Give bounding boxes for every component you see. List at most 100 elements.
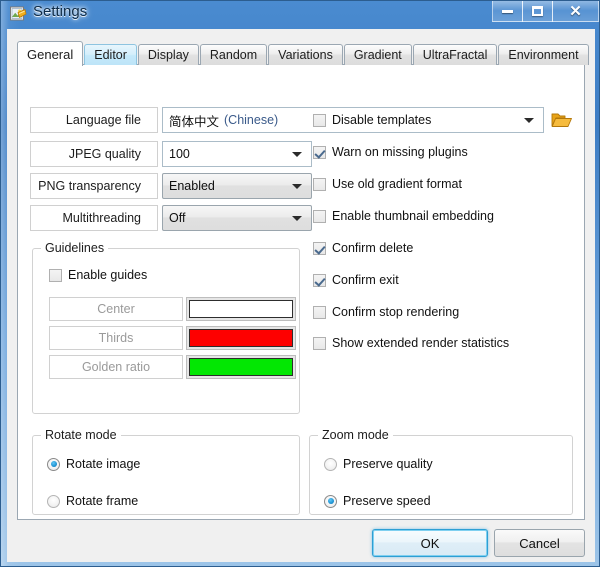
checkbox-icon [313,209,326,223]
guideline-golden-ratio-label: Golden ratio [49,355,183,379]
option-confirm-exit[interactable]: Confirm exit [313,273,399,287]
tab-gradient[interactable]: Gradient [343,44,412,65]
tab-display[interactable]: Display [137,44,199,65]
multithreading-combo[interactable]: Off [162,205,312,231]
open-folder-icon [551,113,572,127]
option-confirm-delete[interactable]: Confirm delete [313,241,413,255]
tab-random[interactable]: Random [199,44,268,65]
color-fill [189,358,293,376]
option-disable-templates[interactable]: Disable templates [313,113,431,127]
option-show-extended-render-statistics[interactable]: Show extended render statistics [313,336,509,350]
guideline-golden-ratio-color-swatch[interactable] [186,355,296,379]
tab-ultrafractal[interactable]: UltraFractal [412,44,498,65]
minimize-button[interactable] [492,1,523,22]
option-label: Show extended render statistics [332,336,510,350]
language-file-value-suffix: (Chinese) [224,113,279,127]
tab-variations[interactable]: Variations [268,44,343,65]
option-label: Disable templates [332,113,432,127]
png-transparency-label: PNG transparency [30,173,158,199]
window-title: Settings [33,3,88,20]
option-label: Confirm stop rendering [332,305,460,319]
color-fill [189,329,293,347]
zoom-mode-group: Zoom mode Preserve quality Preserve spee… [309,428,573,515]
option-confirm-stop-rendering[interactable]: Confirm stop rendering [313,305,459,319]
radio-selected-icon [324,494,337,508]
chevron-down-icon [292,152,302,157]
checkbox-icon [313,177,326,191]
option-label: Use old gradient format [332,177,462,191]
zoom-mode-group-title: Zoom mode [318,428,393,442]
jpeg-quality-value: 100 [169,147,190,161]
rotate-mode-group: Rotate mode Rotate image Rotate frame [32,428,300,515]
color-fill [189,300,293,318]
checkbox-icon [313,305,326,319]
maximize-icon [532,6,543,16]
radio-label: Preserve speed [343,494,431,508]
jpeg-quality-label: JPEG quality [30,141,158,167]
ok-button[interactable]: OK [372,529,488,557]
option-label: Confirm exit [332,273,399,287]
png-transparency-combo[interactable]: Enabled [162,173,312,199]
radio-preserve-quality[interactable]: Preserve quality [324,457,433,471]
cancel-button[interactable]: Cancel [494,529,585,557]
cancel-button-label: Cancel [519,535,560,551]
tab-label: Random [209,48,258,62]
tab-label: General [27,46,74,62]
close-button[interactable]: ✕ [552,1,599,22]
tab-label: Environment [508,48,579,62]
tab-label: Variations [278,48,333,62]
option-enable-thumbnail-embedding[interactable]: Enable thumbnail embedding [313,209,494,223]
tab-editor[interactable]: Editor [84,44,137,65]
tab-strip: General Editor Display Random Variations… [17,41,590,66]
language-file-label: Language file [30,107,158,133]
radio-label: Rotate image [66,457,141,471]
tab-label: Gradient [353,48,402,62]
option-label: Confirm delete [332,241,414,255]
minimize-icon [502,9,513,13]
browse-language-file-button[interactable] [550,109,574,131]
general-tab-page: Language file 简体中文 (Chinese) JPEG qualit… [17,64,585,520]
radio-icon [324,457,337,471]
multithreading-label: Multithreading [30,205,158,231]
option-label: Enable thumbnail embedding [332,209,494,223]
tab-label: UltraFractal [422,48,488,62]
tab-label: Editor [94,48,127,62]
checkbox-checked-icon [313,145,326,159]
language-file-value: 简体中文 [169,113,220,129]
maximize-button[interactable] [522,1,553,22]
radio-label: Preserve quality [343,457,433,471]
tab-label: Display [147,48,189,62]
radio-rotate-image[interactable]: Rotate image [47,457,140,471]
option-use-old-gradient-format[interactable]: Use old gradient format [313,177,462,191]
ok-button-label: OK [420,535,440,551]
checkbox-icon [49,268,62,282]
radio-label: Rotate frame [66,494,139,508]
radio-rotate-frame[interactable]: Rotate frame [47,494,138,508]
option-label: Warn on missing plugins [332,145,468,159]
png-transparency-value: Enabled [169,179,215,193]
checkbox-icon [313,336,326,350]
guideline-thirds-label: Thirds [49,326,183,350]
window-controls: ✕ [492,1,599,23]
chevron-down-icon [292,216,302,221]
guideline-center-label: Center [49,297,183,321]
dialog-client-area: General Editor Display Random Variations… [7,29,595,562]
title-bar[interactable]: Settings ✕ [1,1,600,29]
guideline-center-color-swatch[interactable] [186,297,296,321]
guideline-thirds-color-swatch[interactable] [186,326,296,350]
jpeg-quality-combo[interactable]: 100 [162,141,312,167]
enable-guides-label: Enable guides [68,268,148,282]
enable-guides-checkbox[interactable]: Enable guides [49,268,147,282]
chevron-down-icon [292,184,302,189]
checkbox-icon [313,113,326,127]
tab-environment[interactable]: Environment [498,44,589,65]
close-icon: ✕ [569,2,582,20]
tab-general[interactable]: General [17,41,84,66]
option-warn-on-missing-plugins[interactable]: Warn on missing plugins [313,145,468,159]
guidelines-group-title: Guidelines [41,241,109,255]
radio-preserve-speed[interactable]: Preserve speed [324,494,431,508]
rotate-mode-group-title: Rotate mode [41,428,121,442]
radio-icon [47,494,60,508]
settings-picture-icon [9,5,27,23]
checkbox-checked-icon [313,273,326,287]
